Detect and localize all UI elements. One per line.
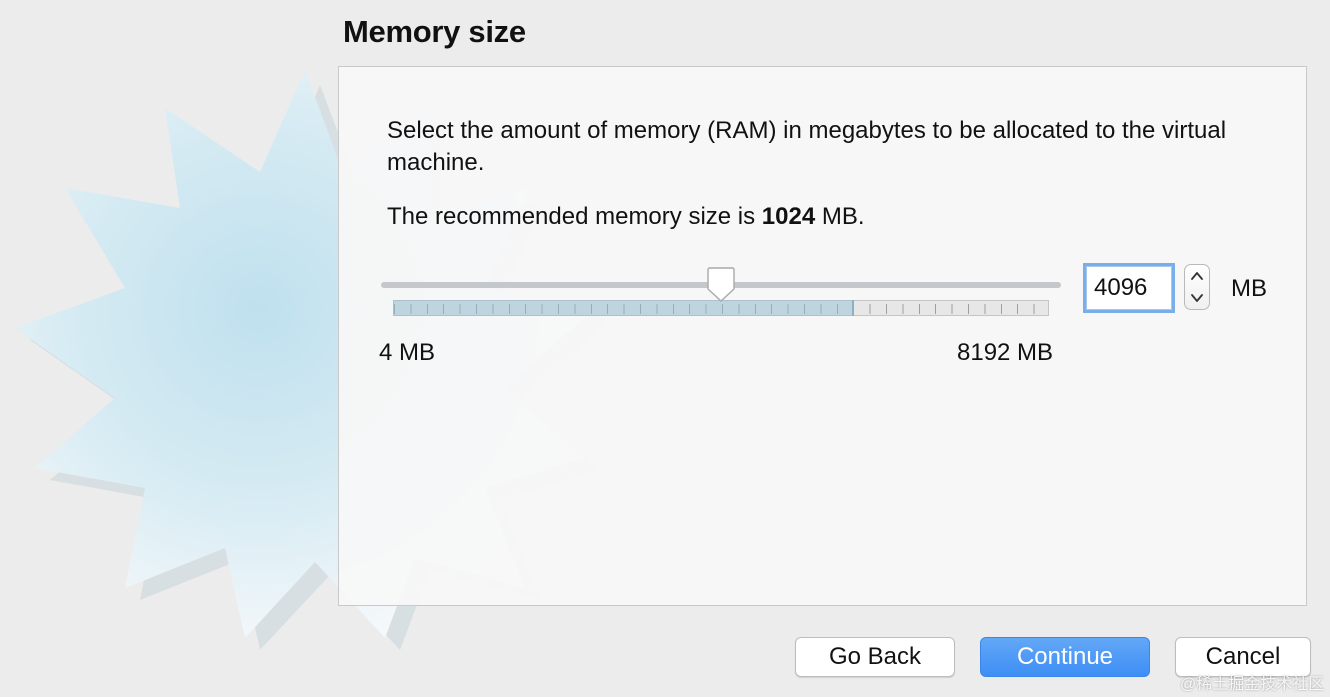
recommend-prefix: The recommended memory size is <box>387 203 756 230</box>
continue-button[interactable]: Continue <box>980 637 1150 677</box>
recommend-suffix: MB. <box>821 203 865 230</box>
memory-slider[interactable] <box>379 267 1063 327</box>
slider-recommended-range <box>393 300 854 316</box>
go-back-button[interactable]: Go Back <box>795 637 955 677</box>
memory-description: Select the amount of memory (RAM) in meg… <box>387 117 1227 176</box>
chevron-up-icon[interactable] <box>1185 265 1209 287</box>
page-title: Memory size <box>343 14 526 49</box>
memory-size-input[interactable] <box>1083 263 1175 313</box>
settings-panel: Select the amount of memory (RAM) in meg… <box>338 66 1307 606</box>
recommended-memory-text: The recommended memory size is 1024 MB. <box>387 201 865 233</box>
watermark: @稀土掘金技术社区 <box>1180 676 1325 693</box>
memory-stepper[interactable] <box>1184 264 1210 310</box>
recommended-memory-value: 1024 <box>761 203 816 230</box>
slider-thumb[interactable] <box>705 267 737 303</box>
slider-min-label: 4 MB <box>379 339 436 366</box>
chevron-down-icon[interactable] <box>1185 287 1209 309</box>
slider-max-label: 8192 MB <box>957 339 1054 366</box>
memory-unit-label: MB <box>1231 275 1267 302</box>
